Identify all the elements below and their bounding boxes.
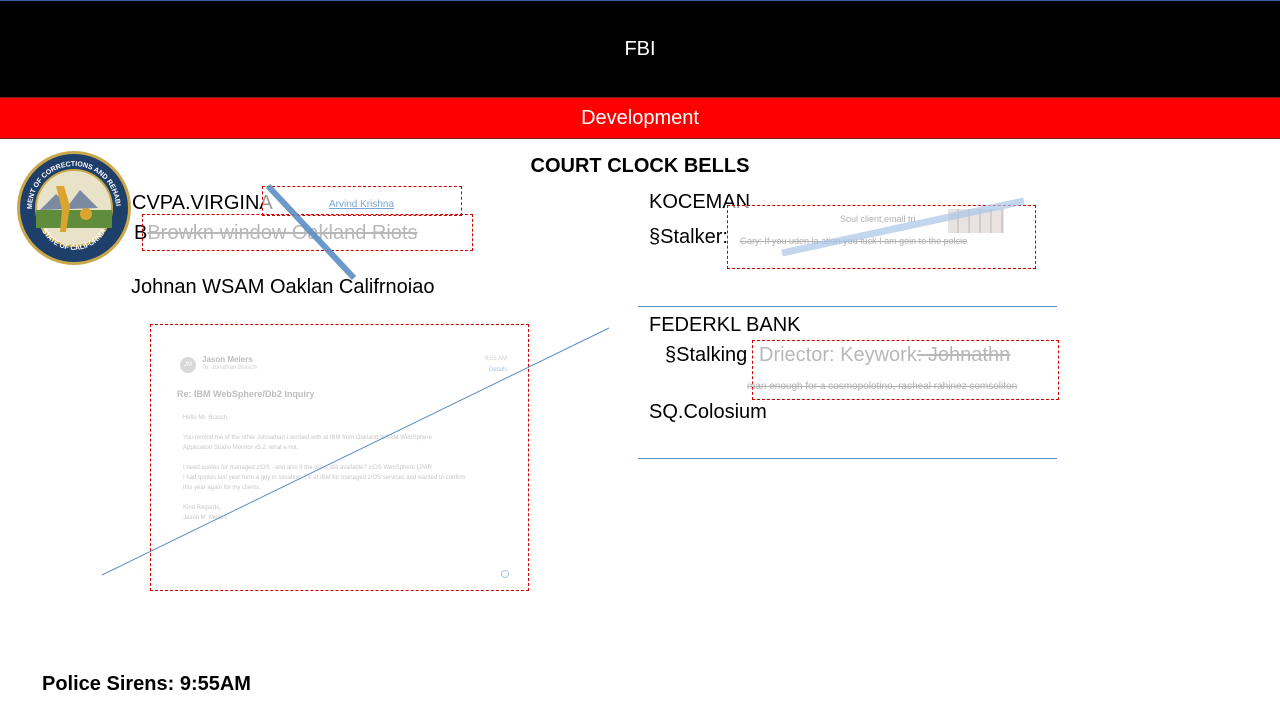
email-to: To: Jonathan Brasch [202,365,257,371]
email-subject: Re: IBM WebSphere/Db2 Inquiry [177,389,315,399]
email-status-icon [501,570,509,578]
california-seal: DEPARTMENT OF CORRECTIONS AND REHABILITA… [13,145,132,266]
banner-subtitle: Development [581,106,699,129]
email-body: Hello Mr. Brasch, You remind me of the o… [183,415,466,521]
top-banner: FBI [0,0,1280,97]
banner-title: FBI [624,37,656,60]
stalker-small-1: Soul client,email tri [840,214,916,224]
arvind-link[interactable]: Arvind Krishna [329,199,394,210]
stalker-label: §Stalker: [649,226,728,248]
director-text: Driector: Keywork: Johnathn [759,344,1011,366]
email-sender: Jason Meiers [202,355,253,364]
red-banner: Development [0,97,1280,139]
colosium-label: SQ.Colosium [649,401,767,423]
link-box: Arvind Krishna [262,186,462,216]
stalker-small-2: Gary: If you uden la ation you fuck I am… [740,236,968,246]
email-details-link[interactable]: Details [489,367,507,373]
federkl-label: FEDERKL BANK [649,314,801,336]
stalker-box: Soul client,email tri Gary: If you uden … [727,205,1036,269]
director-small: man enough for a cosmopolotino, racheal … [747,381,1018,392]
sender-avatar: JM [180,357,196,373]
divider-2 [638,458,1057,459]
left-line-1: CVPA.VIRGINA [132,192,273,214]
page-heading: COURT CLOCK BELLS [530,155,750,177]
stalking-label: §Stalking [665,344,748,366]
email-box: JM Jason Meiers To: Jonathan Brasch 9:55… [150,324,529,591]
seal-icon: DEPARTMENT OF CORRECTIONS AND REHABILITA… [13,145,131,265]
left-line-3: Johnan WSAM Oaklan Califrnoiao [131,276,435,298]
divider-1 [638,306,1057,307]
email-time: 9:55 AM [485,356,508,362]
strike-box [142,214,473,251]
footer-timestamp: Police Sirens: 9:55AM [42,673,251,695]
photo-thumbnails [948,209,1004,233]
director-box: Driector: Keywork: Johnathn man enough f… [747,340,1059,400]
email-preview: JM Jason Meiers To: Jonathan Brasch 9:55… [169,335,523,585]
